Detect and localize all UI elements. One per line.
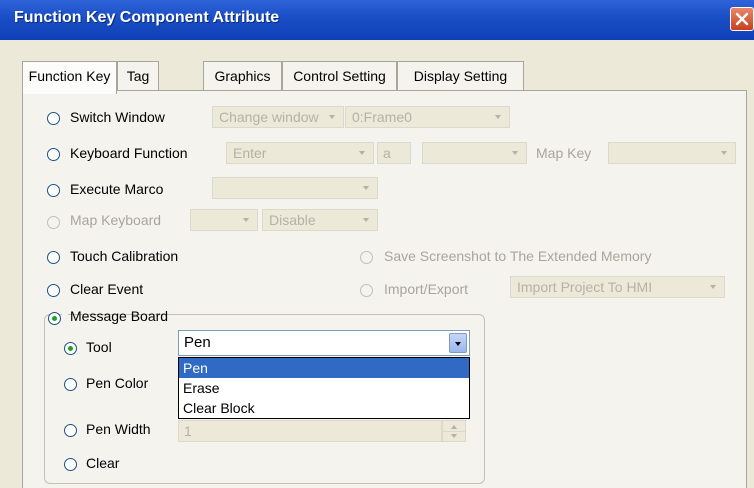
spinner-up-icon xyxy=(451,425,457,429)
map-key-combo[interactable] xyxy=(608,142,736,164)
combo-value: Pen xyxy=(184,334,211,351)
radio-switch-window[interactable] xyxy=(47,112,60,125)
chevron-down-icon xyxy=(243,218,249,222)
pen-width-label: Pen Width xyxy=(86,421,151,437)
close-button[interactable] xyxy=(730,7,754,31)
chevron-down-icon xyxy=(512,151,518,155)
combo-value: Change window xyxy=(219,109,319,125)
key-char-input[interactable]: a xyxy=(377,142,411,164)
radio-tool[interactable] xyxy=(64,342,77,355)
message-board-legend xyxy=(62,302,68,326)
map-keyboard-mode-combo[interactable]: Disable xyxy=(262,209,378,231)
map-keyboard-label: Map Keyboard xyxy=(70,212,162,228)
radio-execute-macro[interactable] xyxy=(47,184,60,197)
radio-pen-color[interactable] xyxy=(64,378,77,391)
close-icon xyxy=(735,12,749,26)
chevron-down-icon xyxy=(359,151,365,155)
radio-message-board[interactable] xyxy=(48,312,61,325)
selected-dot xyxy=(52,316,57,321)
tab-graphics[interactable]: Graphics xyxy=(203,61,282,91)
message-board-label: Message Board xyxy=(70,308,169,324)
chevron-down-icon xyxy=(495,115,501,119)
chevron-down-icon xyxy=(363,186,369,190)
radio-map-keyboard[interactable] xyxy=(47,216,60,229)
pen-width-spinner[interactable] xyxy=(442,420,466,442)
execute-macro-label: Execute Marco xyxy=(70,181,164,197)
tab-label: Function Key xyxy=(28,68,111,84)
dialog-window: Function Key Component Attribute Functio… xyxy=(0,0,754,488)
dropdown-option-clear-block[interactable]: Clear Block xyxy=(179,398,469,418)
chevron-down-icon xyxy=(455,342,461,346)
dropdown-button[interactable] xyxy=(449,333,467,353)
tool-label: Tool xyxy=(86,339,112,355)
touch-calibration-label: Touch Calibration xyxy=(70,248,179,264)
tab-display-setting[interactable]: Display Setting xyxy=(397,61,524,91)
keyboard-function-label: Keyboard Function xyxy=(70,145,188,161)
dropdown-option-pen[interactable]: Pen xyxy=(179,358,469,378)
tab-label: Tag xyxy=(126,68,150,84)
map-key-label: Map Key xyxy=(536,145,592,161)
import-export-label: Import/Export xyxy=(384,281,469,297)
radio-clear[interactable] xyxy=(64,458,77,471)
chevron-down-icon xyxy=(721,151,727,155)
spinner-divider xyxy=(443,431,465,432)
frame-combo[interactable]: 0:Frame0 xyxy=(345,106,510,128)
pen-width-input[interactable]: 1 xyxy=(178,420,442,442)
save-screenshot-label: Save Screenshot to The Extended Memory xyxy=(384,248,652,264)
tab-tag[interactable]: Tag xyxy=(117,61,159,91)
title-bar: Function Key Component Attribute xyxy=(0,0,754,40)
combo-value: Disable xyxy=(269,212,316,228)
clear-label: Clear xyxy=(86,455,120,471)
combo-value: 0:Frame0 xyxy=(352,109,412,125)
selected-dot xyxy=(68,346,73,351)
chevron-down-icon xyxy=(710,285,716,289)
radio-import-export[interactable] xyxy=(360,284,373,297)
radio-keyboard-function[interactable] xyxy=(47,148,60,161)
key-combo[interactable]: Enter xyxy=(226,142,374,164)
import-export-combo[interactable]: Import Project To HMI xyxy=(510,276,725,298)
key-modifier-combo[interactable] xyxy=(422,142,527,164)
clear-event-label: Clear Event xyxy=(70,281,144,297)
radio-save-screenshot[interactable] xyxy=(360,251,373,264)
chevron-down-icon xyxy=(329,115,335,119)
pen-color-label: Pen Color xyxy=(86,375,149,391)
combo-value: Enter xyxy=(233,145,267,161)
combo-value: Import Project To HMI xyxy=(517,279,653,295)
tab-function-key[interactable]: Function Key xyxy=(22,61,117,94)
map-keyboard-combo[interactable] xyxy=(190,209,258,231)
tab-control-setting[interactable]: Control Setting xyxy=(282,61,397,91)
switch-window-label: Switch Window xyxy=(70,109,165,125)
chevron-down-icon xyxy=(363,218,369,222)
tool-dropdown-list: Pen Erase Clear Block xyxy=(178,357,470,419)
radio-pen-width[interactable] xyxy=(64,424,77,437)
tab-label: Control Setting xyxy=(293,68,386,84)
input-value: 1 xyxy=(184,423,192,439)
input-value: a xyxy=(383,145,391,161)
macro-combo[interactable] xyxy=(212,177,378,199)
window-title: Function Key Component Attribute xyxy=(14,9,280,26)
change-window-combo[interactable]: Change window xyxy=(212,106,344,128)
tab-label: Display Setting xyxy=(413,68,508,84)
radio-clear-event[interactable] xyxy=(47,284,60,297)
spinner-down-icon xyxy=(451,434,457,438)
tool-combo[interactable]: Pen xyxy=(178,330,470,356)
tab-label: Graphics xyxy=(214,68,271,84)
dropdown-option-erase[interactable]: Erase xyxy=(179,378,469,398)
radio-touch-calibration[interactable] xyxy=(47,251,60,264)
